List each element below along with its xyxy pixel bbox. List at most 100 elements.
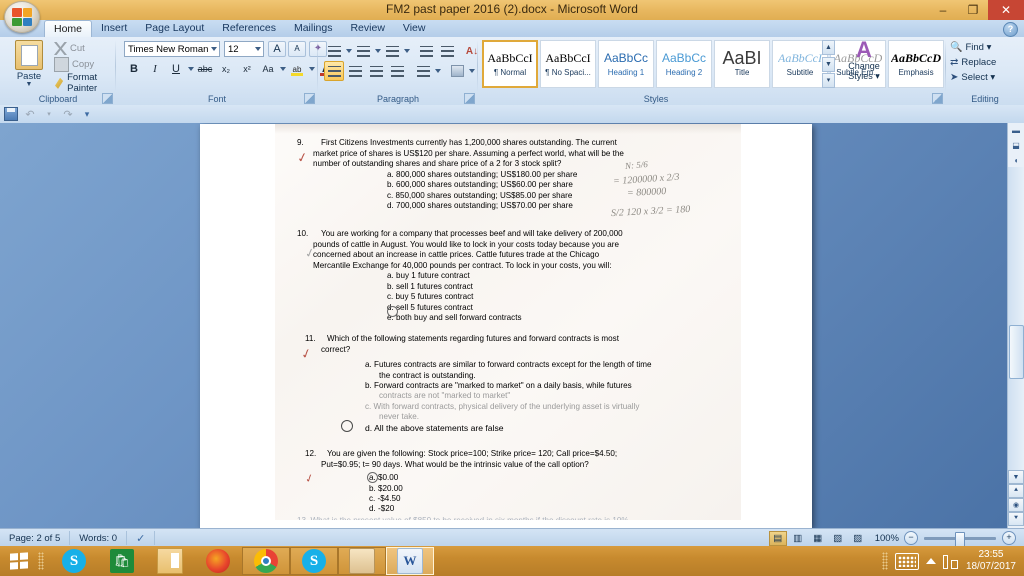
align-right-button[interactable] [366,61,386,81]
paste-dropdown-arrow[interactable]: ▼ [8,81,50,88]
taskbar-item-file-explorer-pinned[interactable] [146,547,194,575]
style-title[interactable]: AaBΙ Title [714,40,770,88]
tab-page-layout[interactable]: Page Layout [136,20,213,37]
scroll-track[interactable] [1008,167,1024,470]
previous-page-button[interactable]: ⯅ [1008,484,1024,498]
select-browse-object-button[interactable]: ◉ [1008,498,1024,512]
tab-home[interactable]: Home [44,20,93,37]
tab-mailings[interactable]: Mailings [285,20,342,37]
multilevel-list-button[interactable] [382,41,402,61]
outline-view-button[interactable]: ▧ [829,531,847,546]
multilevel-dropdown-icon[interactable] [404,49,410,53]
cut-button[interactable]: Cut [54,42,85,55]
office-button[interactable] [4,1,40,33]
full-screen-reading-button[interactable]: ▥ [789,531,807,546]
tab-view[interactable]: View [394,20,435,37]
customize-qat-button[interactable]: ▾ [80,107,94,121]
style-heading-1[interactable]: AaBbCᴄ Heading 1 [598,40,654,88]
taskbar-item-file-explorer[interactable] [338,547,386,575]
style-normal[interactable]: AaBbCcI ¶ Normal [482,40,538,88]
replace-button[interactable]: ⇄ Replace [950,57,996,68]
minimize-button[interactable]: – [928,0,958,20]
align-left-button[interactable] [324,61,344,81]
web-layout-view-button[interactable]: ▦ [809,531,827,546]
undo-dropdown-icon[interactable]: ▾ [42,107,56,121]
underline-dropdown-icon[interactable] [188,67,194,71]
draft-view-button[interactable]: ▨ [849,531,867,546]
copy-button[interactable]: Copy [54,57,94,72]
line-spacing-button[interactable] [413,61,433,81]
change-styles-button[interactable]: A Change Styles ▾ [840,39,888,82]
zoom-in-button[interactable]: + [1002,531,1016,545]
subscript-button[interactable]: x₂ [216,59,236,79]
grow-font-button[interactable]: A [268,41,286,57]
print-layout-view-button[interactable]: ▤ [768,530,787,546]
help-icon[interactable]: ? [1003,22,1018,37]
taskbar-item-skype[interactable]: S [290,547,338,575]
select-button[interactable]: ➤ Select ▾ [950,72,995,83]
taskbar-item-skype-pinned[interactable]: S [50,547,98,575]
font-name-combobox[interactable]: Times New Roman [124,41,220,57]
shading-dropdown-icon[interactable] [469,69,475,73]
keyboard-icon[interactable] [894,552,919,570]
zoom-level-label[interactable]: 100% [875,533,904,544]
chevron-down-icon[interactable] [255,47,261,51]
document-canvas[interactable]: 9. First Citizens Investments currently h… [0,123,1024,528]
style-heading-2[interactable]: AaBbCc Heading 2 [656,40,712,88]
document-page[interactable]: 9. First Citizens Investments currently h… [200,124,812,528]
tab-insert[interactable]: Insert [92,20,136,37]
tab-review[interactable]: Review [341,20,393,37]
word-count[interactable]: Words: 0 [70,531,128,545]
styles-dialog-launcher[interactable] [932,93,943,104]
paste-button[interactable]: Paste ▼ [8,40,50,88]
shrink-font-button[interactable]: A [288,41,306,57]
paragraph-dialog-launcher[interactable] [464,93,475,104]
taskbar-item-opera[interactable] [194,547,242,575]
start-button[interactable] [6,550,32,572]
show-hidden-icons-icon[interactable] [925,558,936,564]
taskbar-item-word[interactable]: W [386,547,434,575]
styles-scroll-up-button[interactable]: ▲ [822,40,835,55]
change-case-button[interactable]: Aa [258,59,278,79]
zoom-slider-thumb[interactable] [955,531,965,547]
scroll-down-button[interactable]: ▼ [1008,470,1024,484]
bullets-dropdown-icon[interactable] [346,49,352,53]
highlight-dropdown-icon[interactable] [309,67,315,71]
change-case-dropdown-icon[interactable] [280,67,286,71]
undo-button[interactable]: ↶ [23,107,37,121]
clock[interactable]: 23:55 18/07/2017 [966,549,1016,573]
taskbar-item-store[interactable]: 🛍 [98,547,146,575]
split-bar-handle[interactable]: ▬ [1008,123,1024,138]
increase-indent-button[interactable] [437,41,457,61]
chevron-down-icon[interactable] [211,47,217,51]
vertical-scrollbar[interactable]: ▬ ⬓ ◖ ▲ ▼ ⯅ ◉ ⯆ [1007,123,1024,528]
bullets-button[interactable] [324,41,344,61]
font-dialog-launcher[interactable] [304,93,315,104]
zoom-out-button[interactable]: − [904,531,918,545]
find-button[interactable]: 🔍 Find ▾ [950,42,991,53]
next-page-button[interactable]: ⯆ [1008,512,1024,526]
ruler-toggle-icon[interactable]: ◖ [1008,153,1024,168]
redo-button[interactable]: ↷ [61,107,75,121]
network-icon[interactable] [942,553,959,569]
line-spacing-dropdown-icon[interactable] [435,69,441,73]
underline-button[interactable]: U [166,59,186,79]
style-no-spacing[interactable]: AaBbCcI ¶ No Spaci... [540,40,596,88]
shading-button[interactable] [447,61,467,81]
superscript-button[interactable]: x² [237,59,257,79]
taskbar-item-chrome[interactable] [242,547,290,575]
italic-button[interactable]: I [145,59,165,79]
format-painter-button[interactable]: Format Painter [54,72,116,94]
scroll-thumb[interactable] [1009,325,1024,379]
decrease-indent-button[interactable] [416,41,436,61]
close-button[interactable]: ✕ [988,0,1024,20]
numbering-dropdown-icon[interactable] [375,49,381,53]
styles-scroll-down-button[interactable]: ▼ [822,56,835,72]
text-highlight-button[interactable]: ab [287,59,307,79]
styles-more-button[interactable]: ▾ [822,73,835,88]
style-emphasis[interactable]: AaBbCcD Emphasis [888,40,944,88]
style-subtitle[interactable]: AaBbCcI Subtitle [772,40,828,88]
tab-references[interactable]: References [213,20,285,37]
align-center-button[interactable] [345,61,365,81]
bold-button[interactable]: B [124,59,144,79]
